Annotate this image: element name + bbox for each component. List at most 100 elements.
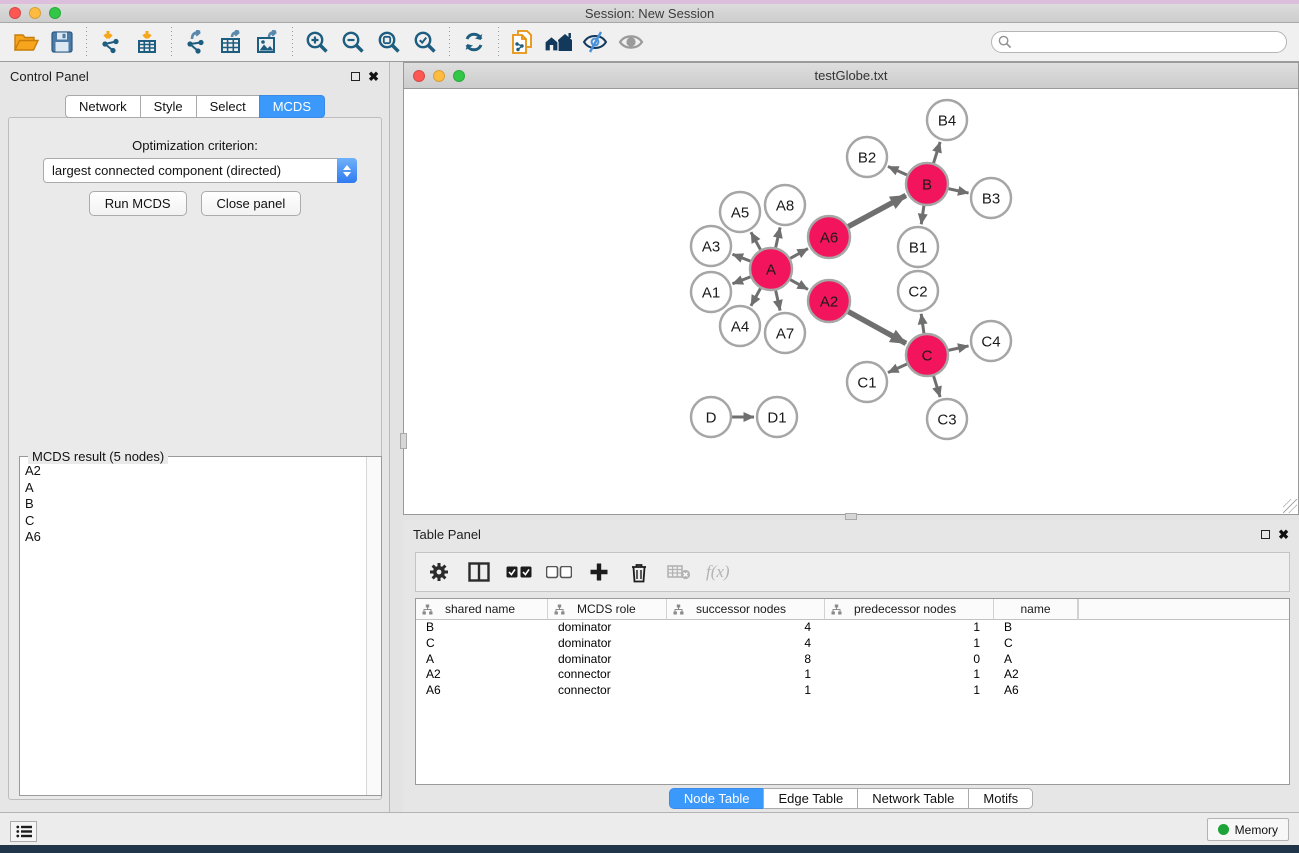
edge-B-B3[interactable] bbox=[948, 188, 969, 193]
zoom-selected-button[interactable] bbox=[407, 26, 443, 58]
cell-shared-name[interactable]: A2 bbox=[416, 667, 548, 683]
table-row[interactable]: Adominator80A bbox=[416, 652, 1289, 668]
node-D[interactable]: D bbox=[691, 397, 731, 437]
import-table-button[interactable] bbox=[129, 26, 165, 58]
edge-A-A4[interactable] bbox=[751, 287, 761, 305]
cell-successor-nodes[interactable]: 4 bbox=[667, 636, 825, 652]
memory-button[interactable]: Memory bbox=[1207, 818, 1289, 841]
duplicate-network-button[interactable] bbox=[505, 26, 541, 58]
node-C1[interactable]: C1 bbox=[847, 362, 887, 402]
tab-style[interactable]: Style bbox=[140, 95, 196, 118]
create-column-button[interactable] bbox=[586, 559, 612, 585]
zoom-in-button[interactable] bbox=[299, 26, 335, 58]
node-B4[interactable]: B4 bbox=[927, 100, 967, 140]
unselect-all-button[interactable] bbox=[546, 559, 572, 585]
edge-A-A3[interactable] bbox=[732, 254, 751, 261]
edge-C-C1[interactable] bbox=[888, 364, 908, 373]
node-A7[interactable]: A7 bbox=[765, 313, 805, 353]
table-settings-button[interactable] bbox=[426, 559, 452, 585]
cell-successor-nodes[interactable]: 8 bbox=[667, 652, 825, 668]
cell-name[interactable]: C bbox=[994, 636, 1078, 652]
select-all-button[interactable] bbox=[506, 559, 532, 585]
edge-A-A7[interactable] bbox=[775, 290, 780, 311]
cell-MCDS-role[interactable]: dominator bbox=[548, 652, 667, 668]
search-box[interactable] bbox=[991, 31, 1287, 53]
result-list-scrollbar[interactable] bbox=[366, 457, 381, 795]
tab-network-table[interactable]: Network Table bbox=[857, 788, 968, 809]
edge-C-C4[interactable] bbox=[948, 346, 969, 351]
node-A8[interactable]: A8 bbox=[765, 185, 805, 225]
tab-motifs[interactable]: Motifs bbox=[968, 788, 1033, 809]
node-A2[interactable]: A2 bbox=[808, 280, 850, 322]
table-row[interactable]: Bdominator41B bbox=[416, 620, 1289, 636]
cell-predecessor-nodes[interactable]: 1 bbox=[825, 683, 994, 699]
edge-A-A1[interactable] bbox=[732, 277, 751, 284]
column-header-successor-nodes[interactable]: successor nodes bbox=[667, 599, 825, 620]
edge-B-B2[interactable] bbox=[888, 166, 908, 175]
edge-A-A5[interactable] bbox=[751, 232, 761, 250]
cell-MCDS-role[interactable]: dominator bbox=[548, 636, 667, 652]
home-button[interactable] bbox=[541, 26, 577, 58]
column-header-name[interactable]: name bbox=[994, 599, 1078, 620]
mcds-result-item[interactable]: B bbox=[21, 496, 365, 513]
mcds-result-item[interactable]: A bbox=[21, 480, 365, 497]
float-table-panel-icon[interactable] bbox=[1261, 530, 1270, 539]
node-C3[interactable]: C3 bbox=[927, 399, 967, 439]
cell-successor-nodes[interactable]: 1 bbox=[667, 683, 825, 699]
save-session-button[interactable] bbox=[44, 26, 80, 58]
cell-successor-nodes[interactable]: 1 bbox=[667, 667, 825, 683]
node-C[interactable]: C bbox=[906, 334, 948, 376]
node-A6[interactable]: A6 bbox=[808, 216, 850, 258]
table-row[interactable]: A2connector11A2 bbox=[416, 667, 1289, 683]
zoom-fit-button[interactable] bbox=[371, 26, 407, 58]
import-network-button[interactable] bbox=[93, 26, 129, 58]
zoom-out-button[interactable] bbox=[335, 26, 371, 58]
show-columns-button[interactable] bbox=[466, 559, 492, 585]
show-hide-button[interactable] bbox=[613, 26, 649, 58]
edge-A-A2[interactable] bbox=[789, 279, 808, 289]
cell-shared-name[interactable]: A bbox=[416, 652, 548, 668]
mcds-result-item[interactable]: C bbox=[21, 513, 365, 530]
refresh-button[interactable] bbox=[456, 26, 492, 58]
node-B1[interactable]: B1 bbox=[898, 227, 938, 267]
cell-predecessor-nodes[interactable]: 0 bbox=[825, 652, 994, 668]
column-header-MCDS-role[interactable]: MCDS role bbox=[548, 599, 667, 620]
cell-name[interactable]: A bbox=[994, 652, 1078, 668]
node-C2[interactable]: C2 bbox=[898, 271, 938, 311]
tab-select[interactable]: Select bbox=[196, 95, 259, 118]
node-A[interactable]: A bbox=[750, 248, 792, 290]
node-B3[interactable]: B3 bbox=[971, 178, 1011, 218]
function-builder-button[interactable]: f(x) bbox=[706, 562, 730, 582]
task-history-button[interactable] bbox=[10, 821, 37, 842]
export-image-button[interactable] bbox=[250, 26, 286, 58]
bottom-divider-handle[interactable] bbox=[845, 513, 857, 520]
cell-name[interactable]: A6 bbox=[994, 683, 1078, 699]
edge-A6-B[interactable] bbox=[847, 195, 905, 227]
edge-A2-C[interactable] bbox=[847, 311, 906, 343]
cell-MCDS-role[interactable]: connector bbox=[548, 683, 667, 699]
cell-predecessor-nodes[interactable]: 1 bbox=[825, 667, 994, 683]
delete-column-button[interactable] bbox=[626, 559, 652, 585]
open-session-button[interactable] bbox=[8, 26, 44, 58]
tab-node-table[interactable]: Node Table bbox=[669, 788, 764, 809]
edge-B-B1[interactable] bbox=[921, 205, 924, 224]
node-A1[interactable]: A1 bbox=[691, 272, 731, 312]
cell-shared-name[interactable]: C bbox=[416, 636, 548, 652]
left-divider-handle[interactable] bbox=[400, 433, 407, 449]
mcds-result-item[interactable]: A6 bbox=[21, 529, 365, 546]
export-table-button[interactable] bbox=[214, 26, 250, 58]
tab-edge-table[interactable]: Edge Table bbox=[763, 788, 857, 809]
tab-network[interactable]: Network bbox=[65, 95, 140, 118]
edge-C-C3[interactable] bbox=[933, 375, 940, 397]
table-row[interactable]: Cdominator41C bbox=[416, 636, 1289, 652]
close-table-panel-icon[interactable]: ✖ bbox=[1278, 530, 1289, 539]
edge-A-A6[interactable] bbox=[789, 249, 808, 259]
node-B[interactable]: B bbox=[906, 163, 948, 205]
cell-predecessor-nodes[interactable]: 1 bbox=[825, 620, 994, 636]
cell-predecessor-nodes[interactable]: 1 bbox=[825, 636, 994, 652]
table-row[interactable]: A6connector11A6 bbox=[416, 683, 1289, 699]
column-header-shared-name[interactable]: shared name bbox=[416, 599, 548, 620]
node-D1[interactable]: D1 bbox=[757, 397, 797, 437]
network-graph-canvas[interactable]: B4B2BB3A8A5A6A3B1AC2A1A2A4A7C4CC1C3DD1 bbox=[404, 89, 1298, 514]
window-resize-grip[interactable] bbox=[1283, 499, 1297, 513]
